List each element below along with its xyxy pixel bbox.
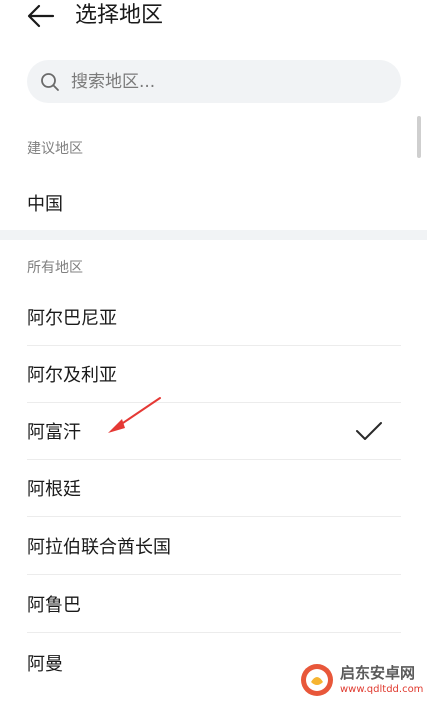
list-item-label: 阿富汗 (27, 422, 81, 443)
list-item[interactable]: 阿尔及利亚 (27, 346, 401, 403)
watermark-url: www.qdltdd.com (340, 684, 424, 695)
section-divider (0, 230, 427, 240)
list-item-label: 阿尔巴尼亚 (27, 308, 117, 329)
list-item-suggested[interactable]: 中国 (27, 174, 401, 231)
list-item-label: 阿拉伯联合酋长国 (27, 537, 171, 558)
scrollbar[interactable] (417, 116, 421, 158)
list-item-label: 中国 (27, 193, 63, 215)
list-item[interactable]: 阿根廷 (27, 460, 401, 517)
watermark-title: 启东安卓网 (340, 664, 416, 682)
arrow-left-icon (27, 4, 55, 28)
list-item-selected[interactable]: 阿富汗 (27, 403, 401, 460)
check-icon (356, 422, 382, 440)
back-button[interactable] (24, 0, 58, 32)
list-item[interactable]: 阿拉伯联合酋长国 (27, 518, 401, 575)
section-label-suggested: 建议地区 (27, 141, 83, 157)
watermark: 启东安卓网 www.qdltdd.com (296, 660, 427, 702)
watermark-logo-icon (301, 664, 333, 696)
section-label-all: 所有地区 (27, 260, 83, 276)
header: 选择地区 (0, 0, 427, 34)
search-bar[interactable] (27, 60, 401, 103)
list-item-label: 阿鲁巴 (27, 595, 81, 616)
search-input[interactable] (71, 60, 381, 103)
list-item-label: 阿根廷 (27, 479, 81, 500)
list-item-label: 阿曼 (27, 653, 63, 675)
list-item-label: 阿尔及利亚 (27, 365, 117, 386)
list-item[interactable]: 阿尔巴尼亚 (27, 289, 401, 346)
search-icon (41, 73, 59, 91)
page-title: 选择地区 (75, 3, 164, 28)
list-item[interactable]: 阿鲁巴 (27, 576, 401, 633)
